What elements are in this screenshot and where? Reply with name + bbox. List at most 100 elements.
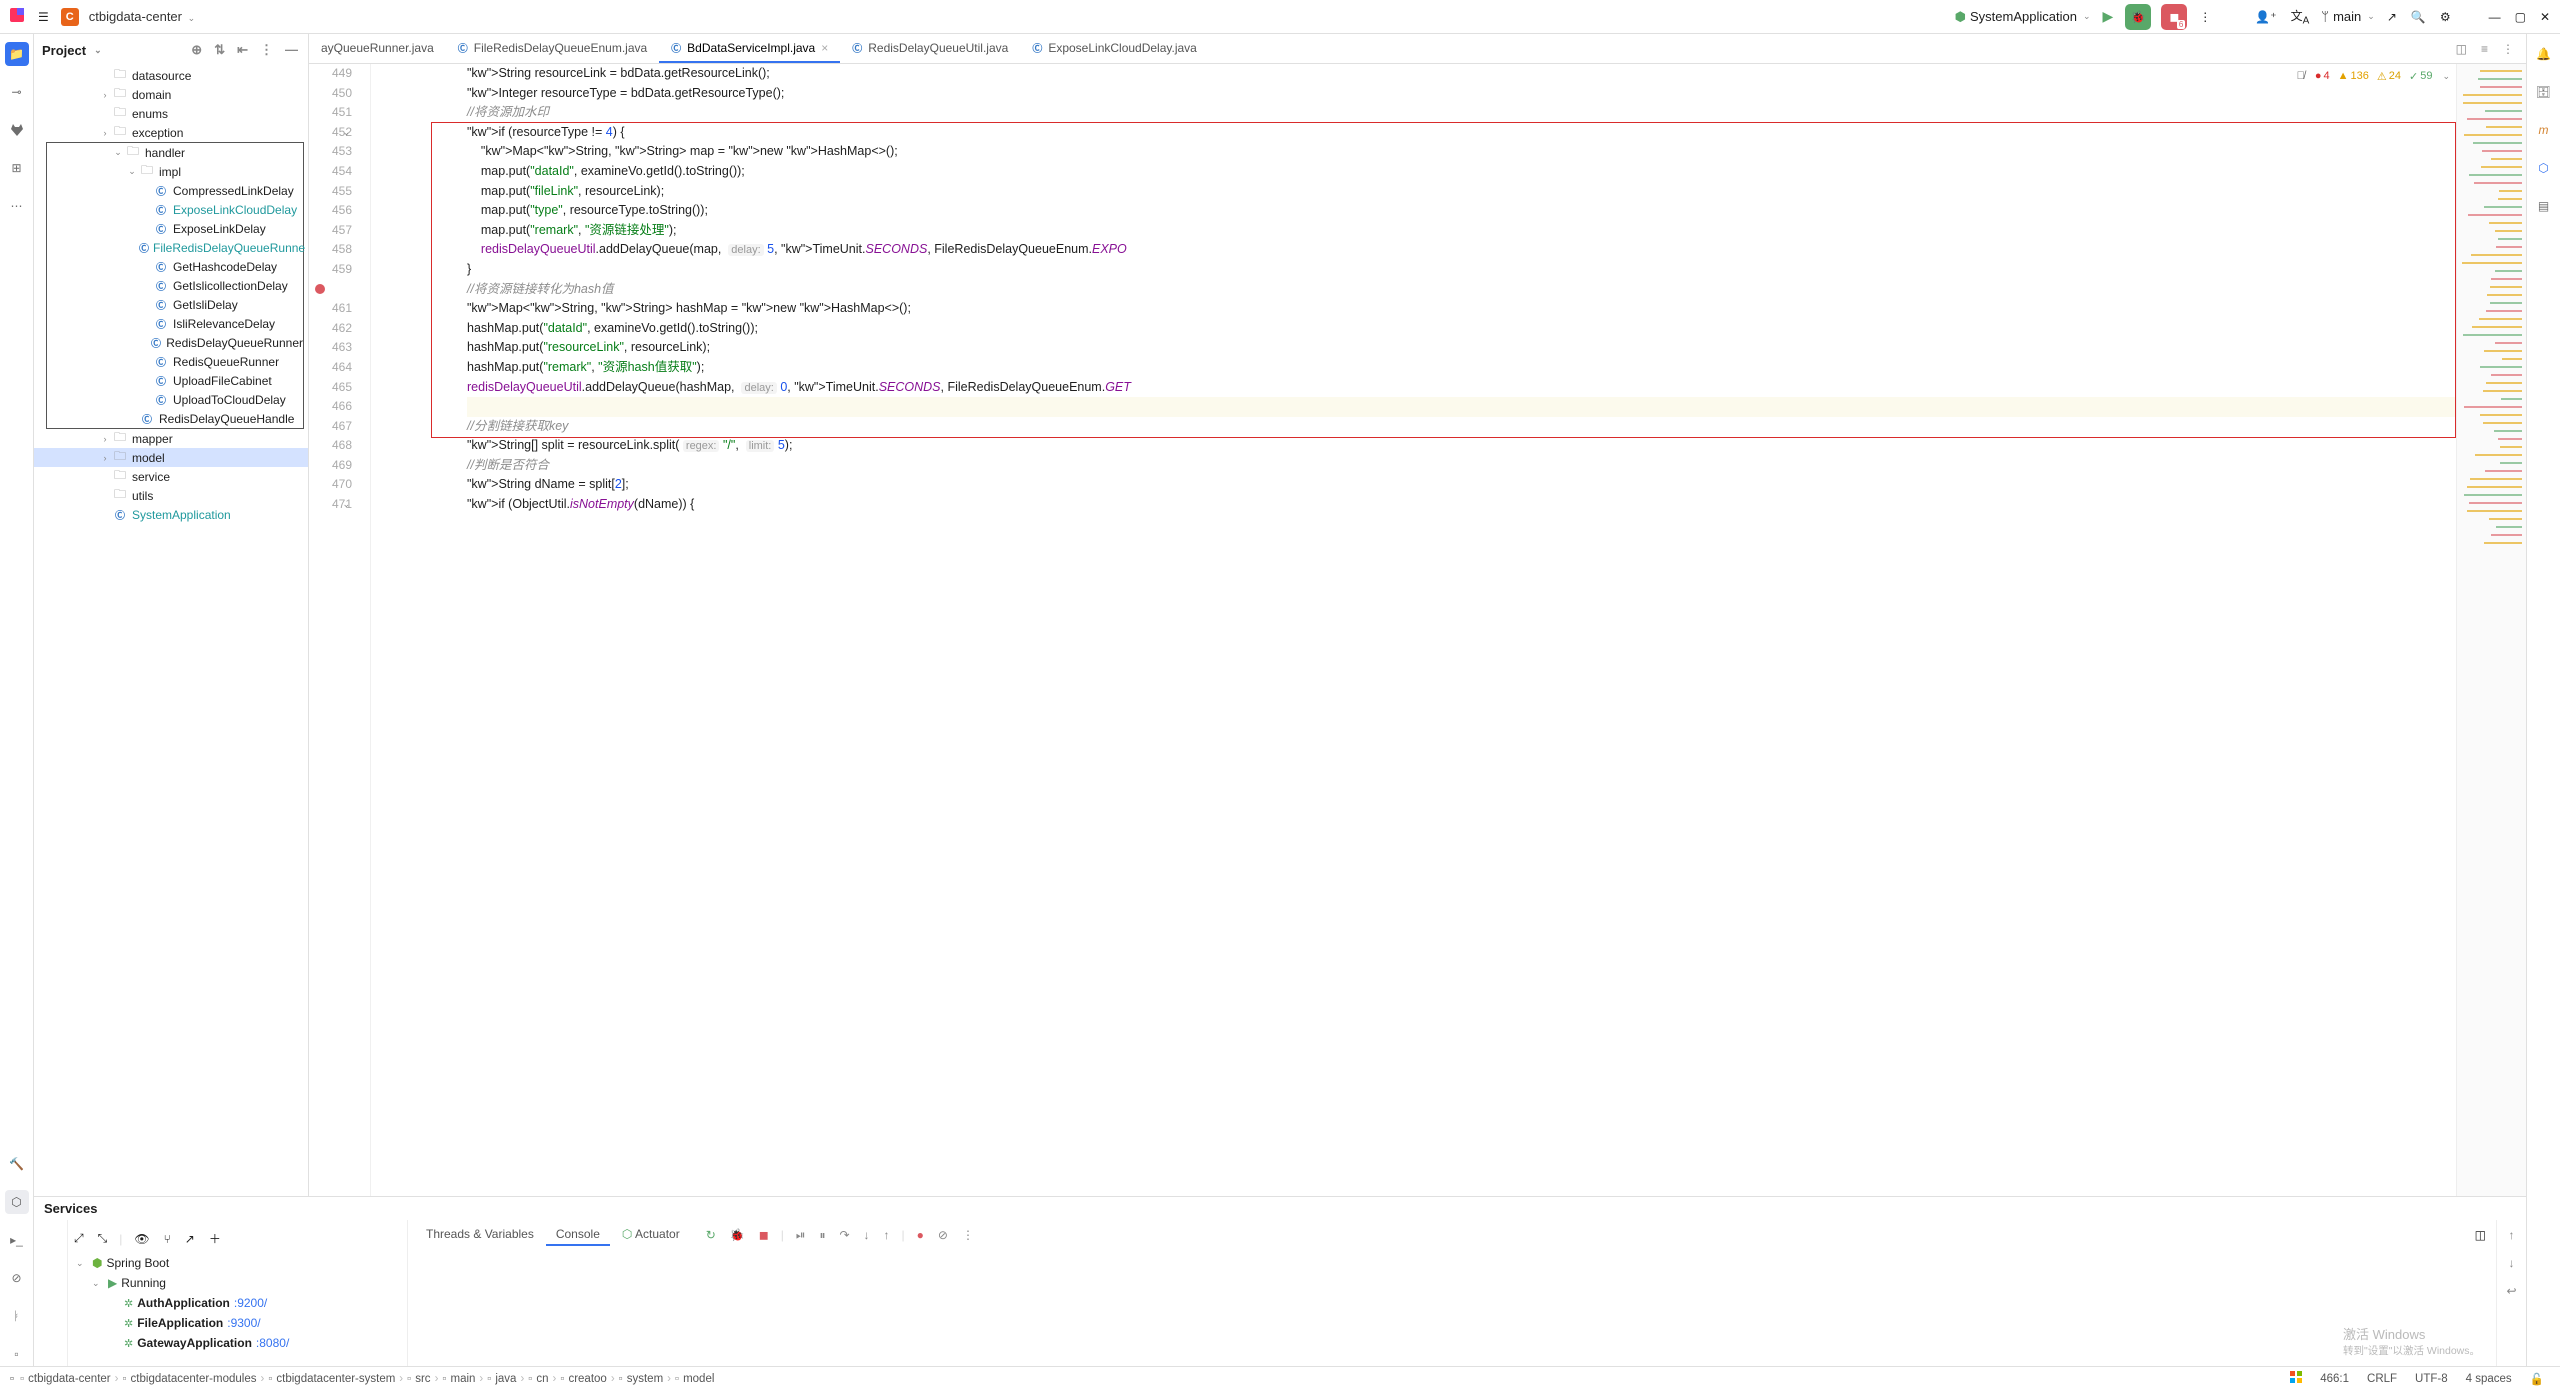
status-ms-icon[interactable] [2284,1371,2308,1386]
svc-stop-icon[interactable]: ◼ [757,1226,771,1244]
breadcrumb-item[interactable]: ▫ src [407,1373,430,1385]
editor-tab[interactable]: ⒸRedisDelayQueueUtil.java [840,34,1020,63]
svc-rerun-icon[interactable]: ↻ [704,1226,718,1244]
close-tab-icon[interactable]: × [821,41,828,55]
services-tool-button[interactable]: ⬡ [5,1190,29,1214]
expand-all-icon[interactable]: ⇅ [212,40,227,60]
commit-tool-button[interactable]: ⊸ [5,80,29,104]
ai-tool-button[interactable]: ⬡ [2532,156,2556,180]
tree-item[interactable]: ⒸExposeLinkDelay [47,219,303,238]
tab-list-icon[interactable]: ≡ [2479,40,2490,58]
ide-logo-icon[interactable] [8,6,26,27]
tree-item[interactable]: ⒸIsliRelevanceDelay [47,314,303,333]
service-item[interactable]: ⌄⬢ Spring Boot [68,1253,407,1273]
svc-mute-bp-icon[interactable]: ⊘ [936,1226,950,1244]
editor-tab[interactable]: ⒸBdDataServiceImpl.java× [659,34,840,63]
open-external-icon[interactable]: ↗ [2385,8,2399,26]
editor-tab[interactable]: ayQueueRunner.java [309,34,446,63]
svc-stepout-icon[interactable]: ↑ [882,1226,892,1244]
services-tab[interactable]: Threads & Variables [416,1224,544,1246]
tree-item[interactable]: ⒸUploadToCloudDelay [47,390,303,409]
settings-icon[interactable]: ⚙ [2438,8,2453,26]
breadcrumb-item[interactable]: ▫ ctbigdata-center [20,1373,111,1385]
tree-item[interactable]: 🗀service [34,467,308,486]
svc-stepin-icon[interactable]: ↓ [862,1226,872,1244]
tree-item[interactable]: ›🗀exception [34,123,308,142]
more-actions-icon[interactable]: ⋮ [2197,8,2213,26]
hide-inspections-icon[interactable]: 👁̸ [2295,68,2307,84]
run-button[interactable]: ▶ [2101,6,2116,27]
inspection-widget[interactable]: 👁̸ ● 4 ▲ 136 ⚠ 24 ✓ 59 ⌄ [2295,68,2450,84]
tree-item[interactable]: 🗀enums [34,104,308,123]
editor-code[interactable]: "kw">String resourceLink = bdData.getRes… [371,64,2456,1196]
maximize-icon[interactable]: ▢ [2513,8,2528,26]
problems-tool-button[interactable]: ⊘ [5,1266,29,1290]
terminal-tool-button[interactable]: ▸_ [5,1228,29,1252]
tree-item[interactable]: ⒸGetIslicollectionDelay [47,276,303,295]
services-tab[interactable]: Console [546,1224,610,1246]
notifications-icon[interactable]: 🔔 [2532,42,2556,66]
cwm-icon[interactable]: 👤⁺ [2253,8,2278,26]
minimize-icon[interactable]: — [2487,8,2503,26]
status-position[interactable]: 466:1 [2314,1373,2355,1385]
reader-mode-icon[interactable]: ◫ [2454,40,2469,58]
tree-item[interactable]: ⒸRedisQueueRunner [47,352,303,371]
status-readonly-icon[interactable]: 🔓 [2524,1372,2550,1386]
service-item[interactable]: ✲ AuthApplication :9200/ [68,1293,407,1313]
run-config-selector[interactable]: ⬢SystemApplication⌄ [1955,9,2091,25]
svc-pause-icon[interactable]: ⏸ [817,1226,827,1245]
svc-expand-icon[interactable]: ⤢ [72,1229,86,1248]
service-item[interactable]: ✲ GatewayApplication :8080/ [68,1333,407,1353]
service-item[interactable]: ✲ FileApplication :9300/ [68,1313,407,1333]
tree-item[interactable]: ⒸFileRedisDelayQueueRunne [47,238,303,257]
status-eol[interactable]: CRLF [2361,1373,2403,1385]
close-window-icon[interactable]: ✕ [2538,8,2552,26]
breadcrumb-item[interactable]: ▫ main [442,1373,475,1385]
breadcrumb-item[interactable]: ▫ model [675,1373,714,1385]
more-tools-icon[interactable]: ⋯ [5,194,29,218]
main-menu-icon[interactable]: ☰ [36,8,51,26]
strong-warning-count[interactable]: ▲ 136 [2338,70,2369,82]
tree-item[interactable]: ⒸRedisDelayQueueHandle [47,409,303,428]
tree-item[interactable]: ⌄🗀handler [47,143,303,162]
breadcrumb-item[interactable]: ▫ creatoo [560,1373,606,1385]
tree-item[interactable]: 🗀utils [34,486,308,505]
svc-scroll-top-icon[interactable]: ↑ [2507,1226,2517,1244]
vcs-tool-button[interactable]: ᛓ [5,1304,29,1328]
tree-item[interactable]: ⒸUploadFileCabinet [47,371,303,390]
tree-item[interactable]: ⒸGetIsliDelay [47,295,303,314]
status-module-icon[interactable]: ▫ [10,1373,14,1385]
debug-button[interactable]: 🐞 [2125,4,2151,30]
error-count[interactable]: ● 4 [2315,70,2330,82]
database-tool-button[interactable]: 🗄 [2532,80,2556,104]
breadcrumb-item[interactable]: ▫ system [619,1373,664,1385]
project-selector[interactable]: ctbigdata-center ⌄ [89,9,195,24]
services-tab[interactable]: ⬡ Actuator [612,1224,690,1246]
stop-button[interactable]: ◼6 [2161,4,2187,30]
status-indent[interactable]: 4 spaces [2460,1373,2518,1385]
svc-more-icon[interactable]: ⋮ [960,1226,976,1244]
tree-item[interactable]: ›🗀domain [34,85,308,104]
svc-filter-icon[interactable]: ⑂ [162,1230,173,1248]
svc-stepover-icon[interactable]: ↷ [837,1226,851,1244]
services-tree[interactable]: ⌄⬢ Spring Boot⌄▶ Running✲ AuthApplicatio… [68,1253,407,1353]
maven-tool-button[interactable]: m [2532,118,2556,142]
svc-debug-icon[interactable]: 🐞 [728,1226,747,1244]
svc-bp-icon[interactable]: ● [915,1226,926,1244]
hide-panel-icon[interactable]: — [283,40,300,60]
tab-options-icon[interactable]: ⋮ [2500,40,2516,58]
tree-item[interactable]: ⒸSystemApplication [34,505,308,524]
breadcrumb-item[interactable]: ▫ cn [528,1373,548,1385]
translate-icon[interactable]: 文A [2289,5,2312,28]
svc-add-icon[interactable]: ＋ [207,1228,223,1249]
svc-scroll-bottom-icon[interactable]: ↓ [2507,1254,2517,1272]
project-tool-button[interactable]: 📁 [5,42,29,66]
svc-layout-icon[interactable]: ◫ [2473,1226,2488,1244]
breadcrumb-item[interactable]: ▫ ctbigdatacenter-system [268,1373,395,1385]
doc-tool-button[interactable]: ▤ [2532,194,2556,218]
weak-warning-count[interactable]: ✓ 59 [2409,70,2432,83]
tree-item[interactable]: 🗀datasource [34,66,308,85]
tree-item[interactable]: ⒸExposeLinkCloudDelay [47,200,303,219]
editor-tab[interactable]: ⒸExposeLinkCloudDelay.java [1020,34,1209,63]
status-encoding[interactable]: UTF-8 [2409,1373,2454,1385]
